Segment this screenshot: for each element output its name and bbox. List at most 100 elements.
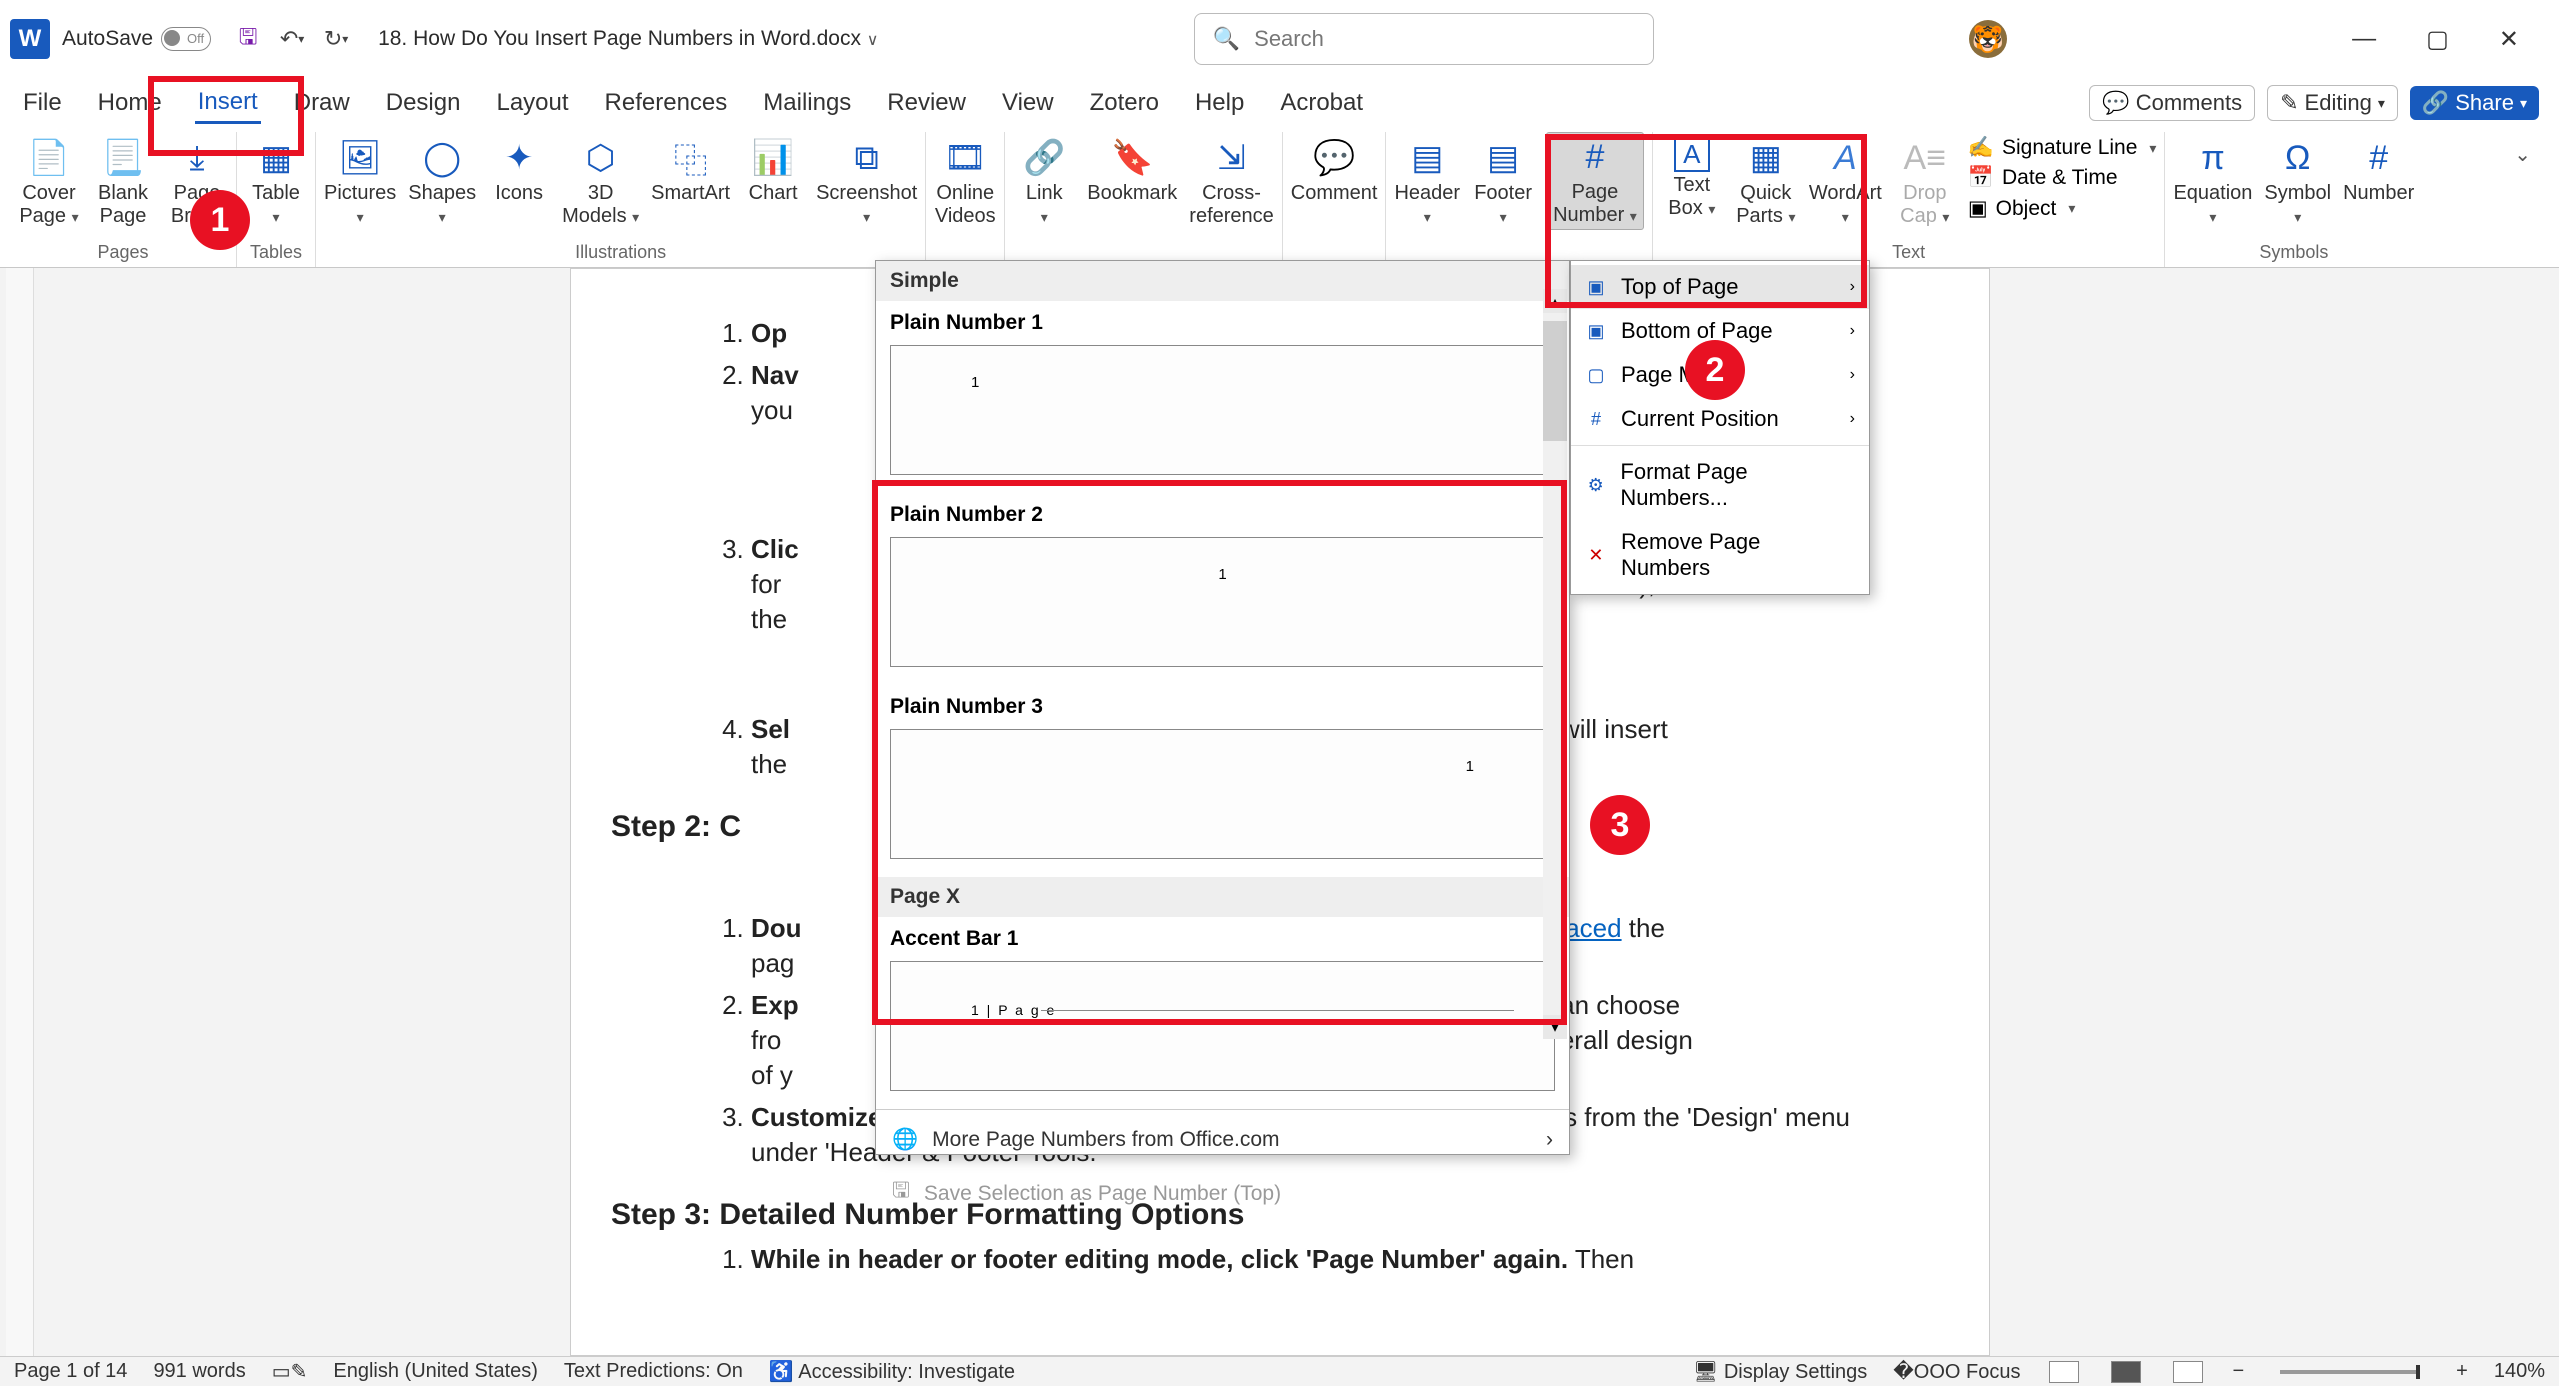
doc-text: fro [751, 1025, 781, 1055]
zoom-level[interactable]: 140% [2494, 1360, 2545, 1383]
equation-button[interactable]: πEquation▾ [2173, 132, 2252, 228]
more-page-numbers-button[interactable]: 🌐More Page Numbers from Office.com› [876, 1116, 1569, 1164]
user-avatar[interactable]: 🐯 [1969, 20, 2007, 58]
date-time-button[interactable]: 📅Date & Time [1968, 166, 2157, 190]
menu-current-position[interactable]: #Current Position› [1571, 397, 1869, 441]
cross-reference-button[interactable]: ⇲Cross-reference [1189, 132, 1274, 228]
status-predictions[interactable]: Text Predictions: On [564, 1360, 743, 1383]
chevron-right-icon: › [1546, 1128, 1553, 1152]
gallery-option-label: Plain Number 1 [876, 301, 1569, 341]
smartart-button[interactable]: ⿻SmartArt [651, 132, 730, 205]
tab-zotero[interactable]: Zotero [1087, 84, 1162, 122]
signature-line-button[interactable]: ✍Signature Line▾ [1968, 136, 2157, 160]
vertical-ruler[interactable] [6, 268, 34, 1356]
menu-remove-page-numbers[interactable]: ✕Remove Page Numbers [1571, 520, 1869, 590]
tab-view[interactable]: View [999, 84, 1057, 122]
text-box-button[interactable]: ATextBox ▾ [1661, 132, 1723, 220]
gallery-option-plain-3[interactable]: 1 [890, 729, 1555, 859]
share-button[interactable]: 🔗 Share ▾ [2410, 86, 2539, 120]
bookmark-button[interactable]: 🔖Bookmark [1087, 132, 1177, 205]
chart-button[interactable]: 📊Chart [742, 132, 804, 205]
crossref-icon: ⇲ [1210, 136, 1254, 180]
screenshot-button[interactable]: ⧉Screenshot▾ [816, 132, 917, 228]
drop-cap-button[interactable]: A≡DropCap ▾ [1894, 132, 1956, 228]
object-button[interactable]: ▣Object▾ [1968, 196, 2157, 221]
autosave-label: AutoSave [62, 27, 153, 51]
table-button[interactable]: ▦Table▾ [245, 132, 307, 228]
tab-design[interactable]: Design [383, 84, 464, 122]
comment-button[interactable]: 💬Comment [1291, 132, 1378, 205]
tab-home[interactable]: Home [95, 84, 165, 122]
online-videos-button[interactable]: 🎞OnlineVideos [934, 132, 996, 228]
doc-text: the [1622, 913, 1665, 943]
toggle-off-icon[interactable]: Off [161, 27, 211, 51]
number-button[interactable]: #Number [2343, 132, 2414, 205]
blank-page-button[interactable]: 📃BlankPage [92, 132, 154, 228]
tab-references[interactable]: References [602, 84, 731, 122]
tab-insert[interactable]: Insert [195, 83, 261, 124]
status-language[interactable]: English (United States) [333, 1360, 538, 1383]
page-number-button[interactable]: #PageNumber ▾ [1546, 132, 1644, 230]
icons-button[interactable]: ✦Icons [488, 132, 550, 205]
menu-top-of-page[interactable]: ▣Top of Page› [1571, 265, 1869, 309]
editing-mode-button[interactable]: ✎ Editing ▾ [2267, 85, 2398, 121]
status-words[interactable]: 991 words [153, 1360, 245, 1383]
spellcheck-icon[interactable]: ▭✎ [272, 1359, 308, 1384]
menu-format-page-numbers[interactable]: ⚙Format Page Numbers... [1571, 450, 1869, 520]
status-accessibility[interactable]: ♿ Accessibility: Investigate [769, 1359, 1015, 1384]
tab-acrobat[interactable]: Acrobat [1277, 84, 1366, 122]
status-page[interactable]: Page 1 of 14 [14, 1360, 127, 1383]
minimize-icon[interactable]: — [2352, 25, 2376, 54]
shapes-icon: ◯ [420, 136, 464, 180]
gallery-option-plain-2[interactable]: 1 [890, 537, 1555, 667]
shapes-button[interactable]: ◯Shapes▾ [408, 132, 476, 228]
maximize-icon[interactable]: ▢ [2426, 25, 2449, 54]
autosave-toggle[interactable]: AutoSave Off [62, 27, 211, 51]
3d-models-button[interactable]: ⬡3DModels ▾ [562, 132, 639, 228]
undo-icon[interactable]: ↶▾ [278, 25, 306, 53]
scroll-down-icon[interactable]: ▾ [1543, 1015, 1567, 1039]
gallery-section-simple: Simple [876, 261, 1569, 301]
tab-review[interactable]: Review [884, 84, 969, 122]
save-icon[interactable]: 🖫 [234, 25, 262, 53]
tab-draw[interactable]: Draw [291, 84, 353, 122]
page-top-icon: ▣ [1585, 277, 1607, 298]
gallery-option-label: Accent Bar 1 [876, 917, 1569, 957]
header-button[interactable]: ▤Header▾ [1394, 132, 1460, 228]
gallery-option-plain-1[interactable]: 1 [890, 345, 1555, 475]
pictures-button[interactable]: 🖼Pictures▾ [324, 132, 396, 228]
footer-button[interactable]: ▤Footer▾ [1472, 132, 1534, 228]
gallery-option-accent-1[interactable]: 1 | P a g e [890, 961, 1555, 1091]
quick-parts-button[interactable]: ▦QuickParts ▾ [1735, 132, 1797, 228]
document-title[interactable]: 18. How Do You Insert Page Numbers in Wo… [378, 27, 878, 51]
wordart-button[interactable]: AWordArt▾ [1809, 132, 1882, 228]
tab-layout[interactable]: Layout [493, 84, 571, 122]
menu-page-margins[interactable]: ▢Page M› [1571, 353, 1869, 397]
focus-button[interactable]: �ООО Focus [1893, 1359, 2020, 1384]
view-read-icon[interactable] [2049, 1361, 2079, 1383]
doc-text: Sel [751, 714, 790, 744]
view-web-icon[interactable] [2173, 1361, 2203, 1383]
tab-help[interactable]: Help [1192, 84, 1247, 122]
tab-mailings[interactable]: Mailings [760, 84, 854, 122]
symbol-button[interactable]: ΩSymbol▾ [2264, 132, 2331, 228]
close-icon[interactable]: ✕ [2499, 25, 2519, 54]
link-button[interactable]: 🔗Link▾ [1013, 132, 1075, 228]
status-bar: Page 1 of 14 991 words ▭✎ English (Unite… [0, 1356, 2559, 1386]
collapse-ribbon-icon[interactable]: ⌄ [2514, 132, 2549, 267]
search-input[interactable]: 🔍 Search [1194, 13, 1654, 65]
redo-icon[interactable]: ↻▾ [322, 25, 350, 53]
page-break-button[interactable]: ⤓PageBreak [166, 132, 228, 228]
tab-file[interactable]: File [20, 84, 65, 122]
doc-text: Dou [751, 913, 802, 943]
display-settings-button[interactable]: 🖥 Display Settings [1693, 1359, 1867, 1384]
cover-page-button[interactable]: 📄CoverPage ▾ [18, 132, 80, 228]
menu-bottom-of-page[interactable]: ▣Bottom of Page› [1571, 309, 1869, 353]
comments-button[interactable]: 💬 Comments [2089, 85, 2255, 121]
scroll-thumb[interactable] [1543, 321, 1567, 441]
scroll-up-icon[interactable]: ▴ [1543, 289, 1567, 313]
zoom-in-icon[interactable]: + [2456, 1360, 2468, 1383]
view-print-icon[interactable] [2111, 1361, 2141, 1383]
zoom-out-icon[interactable]: − [2232, 1360, 2244, 1383]
zoom-slider[interactable] [2280, 1370, 2420, 1374]
